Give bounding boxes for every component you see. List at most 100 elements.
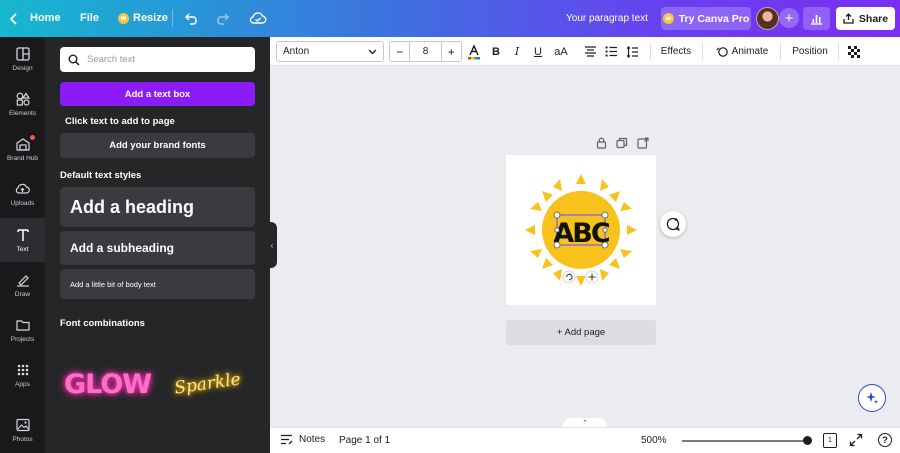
share-button[interactable]: Share — [836, 7, 895, 30]
top-bar: Home File Resize Your paragrap text Try … — [0, 0, 900, 37]
undo-icon[interactable] — [184, 11, 200, 28]
logo-text[interactable]: ABC — [553, 218, 611, 249]
notes-label: Notes — [299, 434, 326, 445]
align-center-icon[interactable] — [583, 42, 597, 61]
underline-icon[interactable]: U — [531, 42, 545, 61]
rail-item-draw[interactable]: Draw — [0, 263, 45, 307]
animate-label: Animate — [731, 46, 769, 57]
sparkle-combination[interactable]: Sparkle — [167, 354, 248, 414]
help-icon[interactable]: ? — [878, 433, 892, 447]
cloud-upload-icon — [15, 183, 30, 194]
decrease-size-button[interactable]: − — [390, 45, 409, 59]
share-label: Share — [858, 12, 889, 25]
font-size-input[interactable]: 8 — [409, 41, 442, 62]
default-text-styles-title: Default text styles — [60, 170, 142, 181]
invite-plus-icon[interactable]: + — [779, 8, 799, 28]
notes-icon — [281, 434, 293, 445]
try-pro-button[interactable]: Try Canva Pro — [661, 7, 751, 30]
panel-hint: Click text to add to page — [65, 116, 175, 127]
italic-icon[interactable]: I — [510, 42, 524, 61]
magic-assistant-icon[interactable] — [858, 384, 886, 412]
zoom-slider[interactable] — [682, 440, 808, 442]
add-subheading-card[interactable]: Add a subheading — [60, 231, 255, 265]
animate-button[interactable]: Animate — [712, 42, 772, 61]
collapse-panel-handle[interactable]: ‹ — [267, 222, 277, 268]
position-button[interactable]: Position — [790, 42, 830, 61]
search-icon — [68, 54, 80, 66]
crown-icon — [662, 13, 674, 24]
rail-item-brand-hub[interactable]: Brand Hub — [0, 127, 45, 171]
duplicate-icon[interactable] — [616, 137, 628, 149]
folder-icon — [15, 319, 30, 331]
rail-item-uploads[interactable]: Uploads — [0, 172, 45, 216]
shapes-icon — [16, 91, 30, 106]
rail-item-projects[interactable]: Projects — [0, 308, 45, 352]
bottom-bar: Notes Page 1 of 1 500% 1 ? — [270, 427, 900, 453]
avatar[interactable] — [756, 7, 779, 30]
file-menu[interactable]: File — [80, 12, 99, 24]
home-link[interactable]: Home — [30, 12, 61, 24]
effects-button[interactable]: Effects — [658, 42, 694, 61]
try-pro-label: Try Canva Pro — [678, 12, 750, 25]
add-brand-fonts-button[interactable]: Add your brand fonts — [60, 133, 255, 158]
rail-item-label: Apps — [15, 380, 30, 388]
transparency-icon[interactable] — [847, 42, 861, 61]
redo-icon[interactable] — [214, 11, 230, 28]
search-input[interactable] — [87, 54, 247, 65]
back-chevron-icon[interactable] — [8, 0, 20, 37]
rail-item-text[interactable]: Text — [0, 218, 45, 262]
design-page[interactable]: ABC — [506, 155, 656, 305]
resize-label: Resize — [133, 12, 168, 24]
notes-button[interactable]: Notes — [280, 434, 325, 445]
rail-item-label: Uploads — [10, 199, 35, 207]
upload-icon — [843, 13, 854, 24]
zoom-slider-knob[interactable] — [803, 436, 812, 445]
add-body-text-card[interactable]: Add a little bit of body text — [60, 269, 255, 299]
insights-chart-icon[interactable] — [803, 7, 830, 30]
fullscreen-icon[interactable] — [849, 433, 863, 450]
bold-icon[interactable]: B — [489, 42, 503, 61]
cloud-saved-icon[interactable] — [249, 11, 267, 28]
crown-icon — [118, 12, 129, 24]
page-indicator[interactable]: Page 1 of 1 — [339, 435, 390, 446]
add-heading-card[interactable]: Add a heading — [60, 187, 255, 227]
rail-item-photos[interactable]: Photos — [0, 408, 45, 452]
divider — [838, 43, 839, 60]
rail-item-elements[interactable]: Elements — [0, 82, 45, 126]
lock-icon[interactable] — [596, 137, 607, 149]
rail-item-apps[interactable]: Apps — [0, 353, 45, 397]
chevron-down-icon — [368, 49, 377, 54]
font-family-select[interactable]: Anton — [276, 41, 384, 62]
list-icon[interactable] — [604, 42, 618, 61]
text-color-icon[interactable] — [467, 42, 481, 61]
image-icon — [15, 418, 30, 431]
add-comment-icon[interactable] — [660, 211, 686, 237]
search-box[interactable] — [60, 47, 255, 72]
add-page-button[interactable]: + Add page — [506, 320, 656, 345]
font-size-stepper: − 8 + — [389, 41, 462, 62]
apps-grid-icon — [17, 364, 28, 375]
text-icon — [16, 228, 29, 241]
rail-item-label: Text — [16, 245, 29, 253]
divider — [702, 43, 703, 60]
left-rail: Design Elements Brand Hub Uploads Text D… — [0, 37, 45, 453]
sun-logo[interactable]: ABC — [506, 155, 656, 305]
rail-item-label: Elements — [8, 109, 37, 117]
letter-case-icon[interactable]: aA — [552, 42, 570, 61]
text-panel: Add a text box Click text to add to page… — [45, 37, 270, 453]
divider — [650, 43, 651, 60]
page-grid-button[interactable]: 1 — [823, 433, 837, 448]
pen-icon — [16, 274, 29, 287]
glow-combination[interactable]: GLOW — [64, 359, 152, 409]
spacing-icon[interactable] — [625, 42, 639, 61]
resize-button[interactable]: Resize — [118, 12, 168, 24]
zoom-level[interactable]: 500% — [641, 435, 667, 446]
add-text-box-button[interactable]: Add a text box — [60, 82, 255, 106]
rail-item-label: Photos — [12, 435, 33, 443]
rail-item-design[interactable]: Design — [0, 37, 45, 81]
document-title[interactable]: Your paragrap text — [566, 13, 648, 24]
increase-size-button[interactable]: + — [442, 45, 461, 59]
add-page-icon[interactable] — [637, 137, 649, 149]
font-family-value: Anton — [283, 46, 310, 57]
rail-item-label: Brand Hub — [6, 154, 39, 162]
